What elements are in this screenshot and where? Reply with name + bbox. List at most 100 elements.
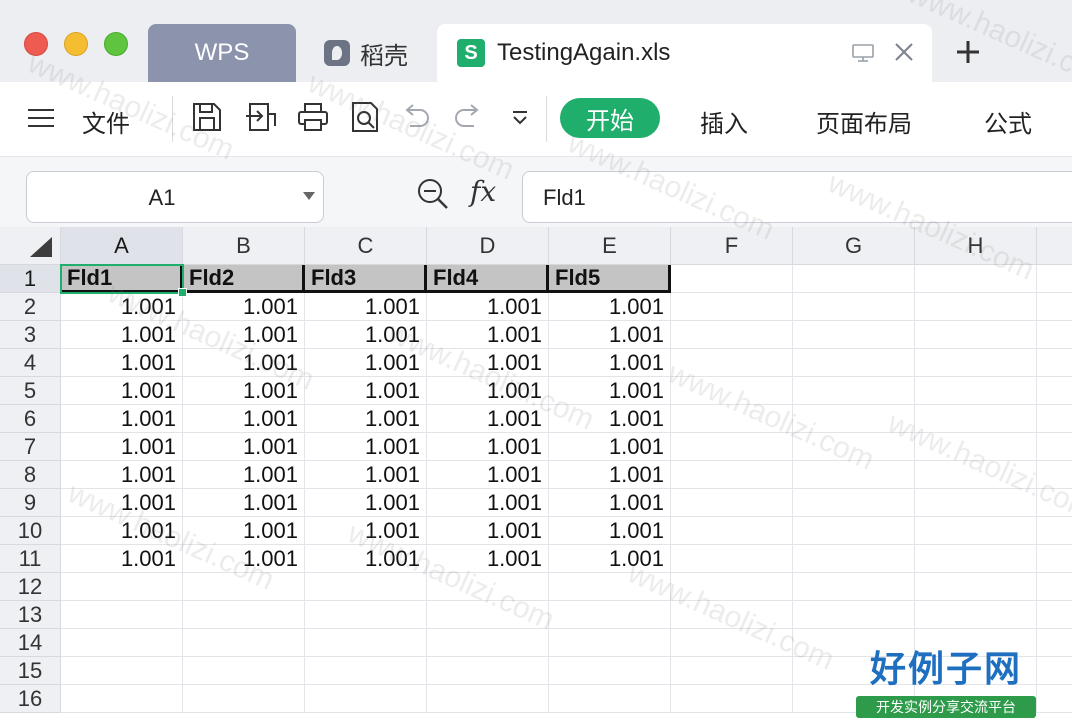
cell-e8[interactable]: 1.001 xyxy=(549,461,671,489)
cell-b16[interactable] xyxy=(183,685,305,713)
row-header-4[interactable]: 4 xyxy=(0,349,61,377)
cell-h14[interactable] xyxy=(915,629,1037,657)
new-tab-icon[interactable] xyxy=(948,32,988,72)
cell-f2[interactable] xyxy=(671,293,793,321)
cell-b14[interactable] xyxy=(183,629,305,657)
row-header-2[interactable]: 2 xyxy=(0,293,61,321)
cell-h7[interactable] xyxy=(915,433,1037,461)
cell-i9[interactable] xyxy=(1037,489,1072,517)
cell-d13[interactable] xyxy=(427,601,549,629)
cell-d3[interactable]: 1.001 xyxy=(427,321,549,349)
row-header-10[interactable]: 10 xyxy=(0,517,61,545)
formula-input[interactable]: Fld1 xyxy=(522,171,1072,223)
cell-g14[interactable] xyxy=(793,629,915,657)
tab-page-layout[interactable]: 页面布局 xyxy=(816,104,912,139)
select-all-corner[interactable] xyxy=(0,227,61,265)
cell-c1[interactable]: Fld3 xyxy=(305,265,427,293)
cell-f6[interactable] xyxy=(671,405,793,433)
cell-b11[interactable]: 1.001 xyxy=(183,545,305,573)
name-box-dropdown-icon[interactable] xyxy=(303,192,315,200)
cell-i14[interactable] xyxy=(1037,629,1072,657)
cell-f11[interactable] xyxy=(671,545,793,573)
cell-i10[interactable] xyxy=(1037,517,1072,545)
cell-a13[interactable] xyxy=(61,601,183,629)
cell-h1[interactable] xyxy=(915,265,1037,293)
close-tab-icon[interactable] xyxy=(892,40,916,64)
undo-icon[interactable] xyxy=(400,100,432,132)
cell-g7[interactable] xyxy=(793,433,915,461)
cell-e7[interactable]: 1.001 xyxy=(549,433,671,461)
cell-g9[interactable] xyxy=(793,489,915,517)
cell-i13[interactable] xyxy=(1037,601,1072,629)
cell-g10[interactable] xyxy=(793,517,915,545)
cell-c9[interactable]: 1.001 xyxy=(305,489,427,517)
print-preview-icon[interactable] xyxy=(348,100,382,134)
column-header-b[interactable]: B xyxy=(183,227,305,265)
cell-g11[interactable] xyxy=(793,545,915,573)
cell-b15[interactable] xyxy=(183,657,305,685)
cell-e9[interactable]: 1.001 xyxy=(549,489,671,517)
cell-g4[interactable] xyxy=(793,349,915,377)
column-header-d[interactable]: D xyxy=(427,227,549,265)
cell-d1[interactable]: Fld4 xyxy=(427,265,549,293)
cell-h13[interactable] xyxy=(915,601,1037,629)
tab-formulas[interactable]: 公式 xyxy=(984,104,1032,139)
cell-i7[interactable] xyxy=(1037,433,1072,461)
cell-f14[interactable] xyxy=(671,629,793,657)
cell-d9[interactable]: 1.001 xyxy=(427,489,549,517)
cell-h4[interactable] xyxy=(915,349,1037,377)
row-header-7[interactable]: 7 xyxy=(0,433,61,461)
tab-testingagain[interactable]: S TestingAgain.xls xyxy=(437,24,932,82)
tab-insert[interactable]: 插入 xyxy=(700,104,748,139)
cell-b3[interactable]: 1.001 xyxy=(183,321,305,349)
cell-f10[interactable] xyxy=(671,517,793,545)
row-header-1[interactable]: 1 xyxy=(0,265,61,293)
fill-handle[interactable] xyxy=(178,288,187,297)
cell-f12[interactable] xyxy=(671,573,793,601)
cell-i4[interactable] xyxy=(1037,349,1072,377)
cell-f15[interactable] xyxy=(671,657,793,685)
column-header-g[interactable]: G xyxy=(793,227,915,265)
cell-h15[interactable] xyxy=(915,657,1037,685)
row-header-14[interactable]: 14 xyxy=(0,629,61,657)
row-header-8[interactable]: 8 xyxy=(0,461,61,489)
cell-h9[interactable] xyxy=(915,489,1037,517)
cell-c15[interactable] xyxy=(305,657,427,685)
row-header-16[interactable]: 16 xyxy=(0,685,61,713)
cell-b12[interactable] xyxy=(183,573,305,601)
cell-d12[interactable] xyxy=(427,573,549,601)
cell-d16[interactable] xyxy=(427,685,549,713)
cell-b10[interactable]: 1.001 xyxy=(183,517,305,545)
cell-g2[interactable] xyxy=(793,293,915,321)
cell-h5[interactable] xyxy=(915,377,1037,405)
cell-a8[interactable]: 1.001 xyxy=(61,461,183,489)
cell-e4[interactable]: 1.001 xyxy=(549,349,671,377)
cell-d14[interactable] xyxy=(427,629,549,657)
cell-c6[interactable]: 1.001 xyxy=(305,405,427,433)
tab-start[interactable]: 开始 xyxy=(560,98,660,138)
cell-a11[interactable]: 1.001 xyxy=(61,545,183,573)
cell-b9[interactable]: 1.001 xyxy=(183,489,305,517)
cell-e6[interactable]: 1.001 xyxy=(549,405,671,433)
cell-f1[interactable] xyxy=(671,265,793,293)
cell-d7[interactable]: 1.001 xyxy=(427,433,549,461)
cell-b8[interactable]: 1.001 xyxy=(183,461,305,489)
row-header-13[interactable]: 13 xyxy=(0,601,61,629)
cell-f16[interactable] xyxy=(671,685,793,713)
cell-b13[interactable] xyxy=(183,601,305,629)
cell-b5[interactable]: 1.001 xyxy=(183,377,305,405)
cell-a6[interactable]: 1.001 xyxy=(61,405,183,433)
row-header-6[interactable]: 6 xyxy=(0,405,61,433)
cell-d10[interactable]: 1.001 xyxy=(427,517,549,545)
cell-h8[interactable] xyxy=(915,461,1037,489)
redo-icon[interactable] xyxy=(452,100,484,132)
cell-d4[interactable]: 1.001 xyxy=(427,349,549,377)
cell-c2[interactable]: 1.001 xyxy=(305,293,427,321)
cell-e3[interactable]: 1.001 xyxy=(549,321,671,349)
cell-g15[interactable] xyxy=(793,657,915,685)
cell-e14[interactable] xyxy=(549,629,671,657)
cell-a15[interactable] xyxy=(61,657,183,685)
cell-b1[interactable]: Fld2 xyxy=(183,265,305,293)
zoom-window-button[interactable] xyxy=(104,32,128,56)
cell-g3[interactable] xyxy=(793,321,915,349)
